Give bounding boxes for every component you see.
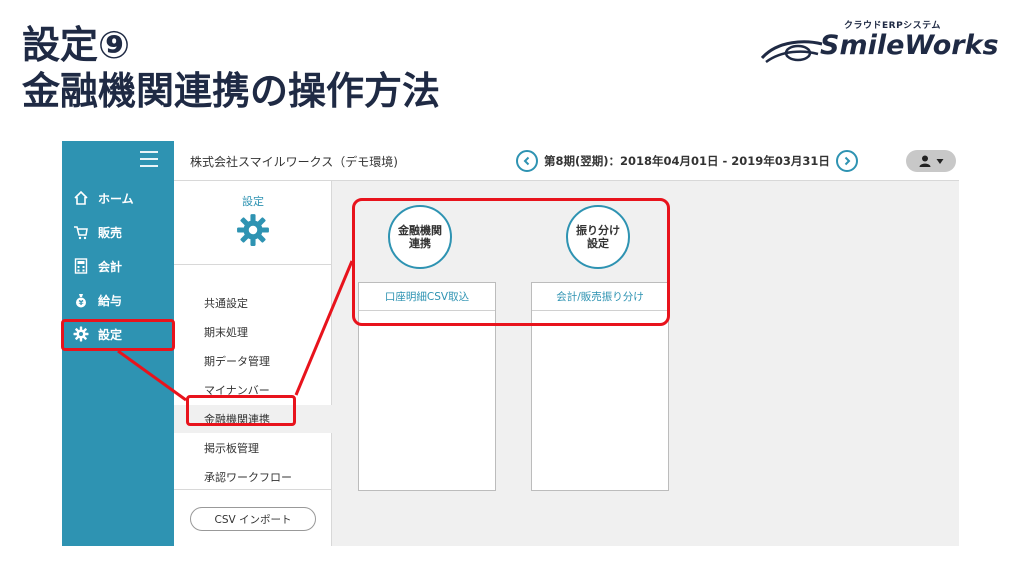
subpanel-item-bank-integration[interactable]: 金融機関連携 <box>174 405 334 433</box>
fiscal-period-text: 第8期(翌期)：2018年04月01日 - 2019年03月31日 <box>544 154 830 168</box>
calculator-icon <box>72 257 90 275</box>
svg-text:¥: ¥ <box>79 299 84 307</box>
subpanel-item-approval-workflow[interactable]: 承認ワークフロー <box>174 463 332 491</box>
fiscal-period-selector: 第8期(翌期)：2018年04月01日 - 2019年03月31日 <box>516 150 858 172</box>
sidebar-item-payroll[interactable]: ¥ 給与 <box>62 285 174 315</box>
gear-icon <box>72 325 90 343</box>
slide-title: 設定⑨ 金融機関連携の操作方法 <box>22 22 440 114</box>
brand-logo: クラウドERPシステム SmileWorks <box>760 18 1000 68</box>
bank-integration-card: 口座明細CSV取込 <box>358 282 496 491</box>
money-bag-icon: ¥ <box>72 291 90 309</box>
sidebar-item-label: 会計 <box>98 259 123 274</box>
subpanel-divider <box>174 489 332 490</box>
main-content: 金融機関 連携 口座明細CSV取込 振り分け 設定 会計/販売振り分け <box>332 181 959 546</box>
allocation-settings-badge: 振り分け 設定 <box>566 205 630 269</box>
subpanel-item-period-data[interactable]: 期データ管理 <box>174 347 332 375</box>
sidebar-item-settings[interactable]: 設定 <box>62 319 174 349</box>
sidebar-item-label: ホーム <box>98 191 134 206</box>
home-icon <box>72 189 90 207</box>
sidebar: ホーム 販売 会計 ¥ 給与 設定 <box>62 141 174 546</box>
sidebar-item-label: 給与 <box>98 293 123 308</box>
subpanel-item-year-end[interactable]: 期末処理 <box>174 318 332 346</box>
subpanel-header: 設定 <box>174 181 332 265</box>
user-menu-button[interactable] <box>906 150 956 172</box>
sidebar-item-label: 販売 <box>98 225 123 240</box>
previous-period-button[interactable] <box>516 150 538 172</box>
sidebar-item-accounting[interactable]: 会計 <box>62 251 174 281</box>
sidebar-item-label: 設定 <box>98 327 123 342</box>
subpanel-item-board-management[interactable]: 掲示板管理 <box>174 434 332 462</box>
top-bar: 株式会社スマイルワークス（デモ環境) 第8期(翌期)：2018年04月01日 -… <box>174 141 959 181</box>
subpanel-item-common-settings[interactable]: 共通設定 <box>174 289 332 317</box>
subpanel-title: 設定 <box>242 195 264 208</box>
hamburger-menu-icon[interactable] <box>140 151 158 167</box>
slide-title-line1: 設定⑨ <box>22 23 131 67</box>
settings-subpanel: 設定 共通設定 期末処理 期データ管理 マイナンバー 金融機関連携 掲示板管理 … <box>174 181 334 546</box>
gear-icon <box>237 214 269 246</box>
badge-label: 振り分け 設定 <box>576 224 620 250</box>
slide-title-line2: 金融機関連携の操作方法 <box>22 69 441 113</box>
allocation-settings-card: 会計/販売振り分け <box>531 282 669 491</box>
swoosh-logo-icon <box>760 40 823 64</box>
subpanel-item-my-number[interactable]: マイナンバー <box>174 376 332 404</box>
chevron-right-icon <box>844 156 851 166</box>
next-period-button[interactable] <box>835 150 858 172</box>
badge-label: 金融機関 連携 <box>398 224 442 250</box>
chevron-left-icon <box>523 156 530 166</box>
brand-name: SmileWorks <box>820 30 999 61</box>
sidebar-item-sales[interactable]: 販売 <box>62 217 174 247</box>
user-icon <box>919 155 930 167</box>
csv-import-button[interactable]: CSV インポート <box>190 507 316 531</box>
app-window: ホーム 販売 会計 ¥ 給与 設定 株式会社スマイルワークス（デモ環境) 第8期… <box>62 141 959 546</box>
company-name: 株式会社スマイルワークス（デモ環境) <box>190 155 398 169</box>
accounting-sales-allocation-link[interactable]: 会計/販売振り分け <box>532 283 668 311</box>
bank-integration-badge: 金融機関 連携 <box>388 205 452 269</box>
bank-csv-import-link[interactable]: 口座明細CSV取込 <box>359 283 495 311</box>
sidebar-item-home[interactable]: ホーム <box>62 183 174 213</box>
cart-icon <box>72 223 90 241</box>
caret-down-icon <box>936 159 943 164</box>
